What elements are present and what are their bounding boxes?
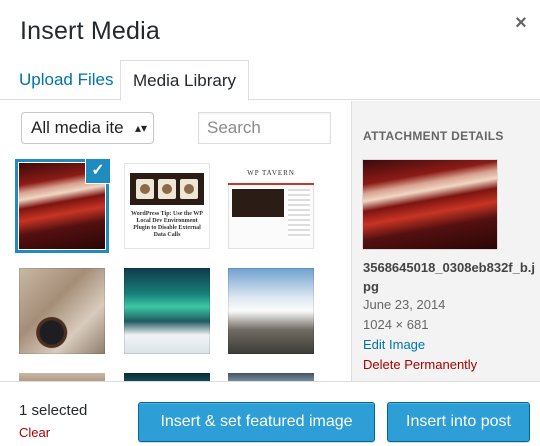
search-input[interactable] <box>198 112 331 144</box>
close-icon[interactable]: × <box>508 10 534 36</box>
attachments-browser: All media ite ▴▾ ✓ WordPress Tip: Use th… <box>0 101 351 381</box>
thumbnail-photo <box>130 173 204 205</box>
checkmark-icon[interactable]: ✓ <box>85 158 111 184</box>
tab-media-library[interactable]: Media Library <box>120 60 249 101</box>
attachment-thumbnail[interactable]: WordPress Tip: Use the WP Local Dev Envi… <box>124 163 210 249</box>
insert-media-modal: Insert Media × Upload Files Media Librar… <box>0 0 540 446</box>
media-type-filter-select[interactable]: All media ite ▴▾ <box>21 112 154 144</box>
attachment-thumbnail[interactable] <box>124 268 210 354</box>
thumbnail-photo <box>232 189 284 217</box>
tab-upload-files[interactable]: Upload Files <box>6 60 127 101</box>
clear-selection-link[interactable]: Clear <box>19 425 50 440</box>
attachment-thumbnail[interactable] <box>228 373 314 381</box>
attachment-thumbnail[interactable] <box>19 268 105 354</box>
delete-permanently-link[interactable]: Delete Permanently <box>363 357 477 372</box>
attachment-thumbnail[interactable] <box>19 373 105 381</box>
thumbnail-caption: WordPress Tip: Use the WP Local Dev Envi… <box>131 211 203 238</box>
media-frame-content: All media ite ▴▾ ✓ WordPress Tip: Use th… <box>0 101 540 381</box>
edit-image-link[interactable]: Edit Image <box>363 337 425 352</box>
select-arrows-icon: ▴▾ <box>134 121 147 135</box>
attachment-details-heading: Attachment Details <box>363 129 504 143</box>
modal-title: Insert Media <box>20 17 160 45</box>
attachment-thumbnail[interactable]: WP TAVERN <box>228 163 314 249</box>
media-toolbar: 1 selected Clear Insert & set featured i… <box>0 381 540 446</box>
attachment-preview-image <box>363 160 497 249</box>
attachment-thumbnail[interactable] <box>124 373 210 381</box>
selection-count: 1 selected <box>19 402 88 419</box>
filter-value: All media ite <box>31 118 124 137</box>
insert-into-post-button[interactable]: Insert into post <box>387 402 530 442</box>
media-router-tabs: Upload Files Media Library <box>0 60 540 101</box>
insert-set-featured-image-button[interactable]: Insert & set featured image <box>138 402 375 442</box>
thumbnail-sidebar <box>288 189 310 239</box>
attachment-thumbnail[interactable] <box>228 268 314 354</box>
attachment-filename: 3568645018_0308eb832f_b.jpg <box>363 260 536 294</box>
attachment-dimensions: 1024 × 681 <box>363 317 429 332</box>
thumbnail-site-title: WP TAVERN <box>228 163 314 185</box>
attachment-date: June 23, 2014 <box>363 297 446 312</box>
attachment-details-sidebar: Attachment Details 3568645018_0308eb832f… <box>351 101 540 381</box>
